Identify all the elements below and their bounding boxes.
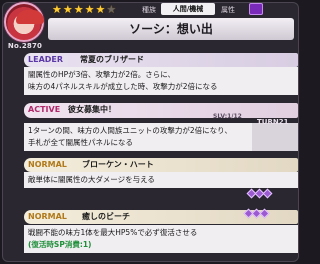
star-icon: ★ bbox=[95, 3, 106, 16]
active-skill-description: 1ターンの間、味方の人間族ユニットの攻撃力が2倍になり、 手札が全て闇属性パネル… bbox=[24, 123, 252, 151]
attribute-dark-icon bbox=[249, 3, 263, 15]
active-line-1: 1ターンの間、味方の人間族ユニットの攻撃力が2倍になり、 bbox=[28, 126, 232, 135]
normal1-line-1: 敵単体に闇属性の大ダメージを与える bbox=[28, 175, 155, 184]
avatar-hair bbox=[16, 10, 44, 24]
leader-skill-name: 常夏のブリザード bbox=[80, 55, 144, 64]
star-icon: ★ bbox=[84, 3, 95, 16]
rarity-stars: ★ ★ ★ ★ ★ ★ bbox=[52, 4, 116, 16]
character-avatar[interactable] bbox=[4, 2, 44, 42]
attribute-label: 属性 bbox=[221, 6, 235, 14]
normal-skill-2-description: 戦闘不能の味方1体を最大HP5%で必ず復活させる (復活時SP消費:1) bbox=[24, 225, 298, 253]
gem-icon bbox=[262, 188, 273, 199]
card-title-bar: ソーシ：想い出 bbox=[48, 18, 294, 40]
leader-tag: LEADER bbox=[28, 55, 64, 64]
normal-tag: NORMAL bbox=[28, 212, 67, 221]
panel-gems bbox=[243, 208, 270, 219]
race-value: 人間/機械 bbox=[161, 3, 215, 15]
panel-gems bbox=[246, 188, 273, 199]
star-icon: ★ bbox=[62, 3, 73, 16]
star-empty-icon: ★ bbox=[106, 3, 117, 16]
normal-skill-1-name: ブローケン・ハート bbox=[82, 160, 154, 169]
leader-skill-description: 闇属性のHPが3倍、攻撃力が2倍。さらに、 味方の4パネルスキルが成立した時、攻… bbox=[24, 67, 298, 95]
skill-level: SLV:1/12 bbox=[213, 113, 242, 120]
turn-count: TURN21 bbox=[257, 118, 289, 126]
active-skill-name: 彼女募集中！ bbox=[68, 105, 116, 114]
turn-box bbox=[252, 123, 298, 151]
gem-icon bbox=[259, 208, 270, 219]
star-icon: ★ bbox=[52, 3, 62, 16]
leader-line-1: 闇属性のHPが3倍、攻撃力が2倍。さらに、 bbox=[28, 70, 175, 79]
active-tag: ACTIVE bbox=[28, 105, 61, 114]
card-number: No.2870 bbox=[7, 42, 43, 50]
active-line-2: 手札が全て闇属性パネルになる bbox=[28, 138, 133, 147]
card-title: ソーシ：想い出 bbox=[129, 22, 213, 36]
active-skill-header: ACTIVE 彼女募集中！ bbox=[24, 103, 298, 118]
normal-skill-1-description: 敵単体に闇属性の大ダメージを与える bbox=[24, 172, 298, 188]
normal-tag: NORMAL bbox=[28, 160, 67, 169]
sp-cost-note: (復活時SP消費:1) bbox=[28, 240, 92, 249]
normal2-line-1: 戦闘不能の味方1体を最大HP5%で必ず復活させる bbox=[28, 228, 198, 237]
normal-skill-2-name: 癒しのビーチ bbox=[82, 212, 130, 221]
leader-skill-header: LEADER 常夏のブリザード bbox=[24, 53, 298, 67]
star-icon: ★ bbox=[73, 3, 84, 16]
race-label: 種族 bbox=[142, 6, 156, 14]
leader-line-2: 味方の4パネルスキルが成立した時、攻撃力が2倍になる bbox=[28, 82, 218, 91]
normal-skill-1-header: NORMAL ブローケン・ハート bbox=[24, 158, 298, 172]
